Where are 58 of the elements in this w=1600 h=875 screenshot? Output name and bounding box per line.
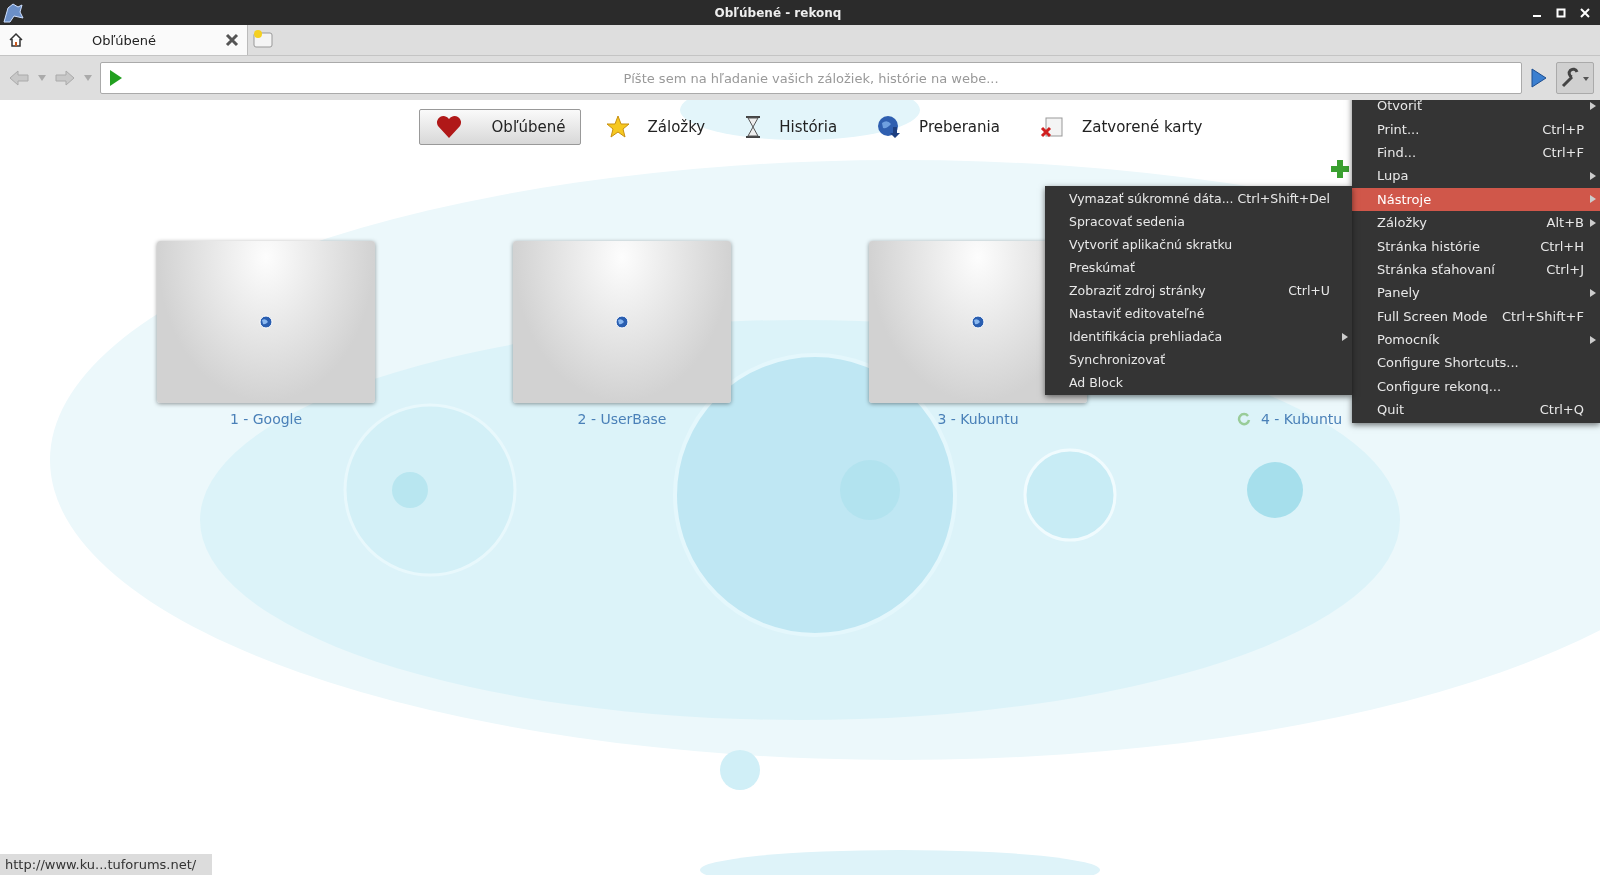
menu-item[interactable]: Quit Ctrl+Q [1352, 398, 1600, 422]
location-field[interactable]: Píšte sem na hľadanie vašich záložiek, histórie na webe... [100, 62, 1522, 94]
close-tab-icon[interactable] [225, 33, 239, 47]
menu-item[interactable]: Configure rekonq... [1352, 374, 1600, 399]
globe-icon [615, 315, 629, 329]
menu-item[interactable]: Vytvoriť aplikačnú skratku [1045, 233, 1352, 256]
page-tab[interactable]: Obľúbené [418, 109, 581, 145]
plus-icon [1330, 159, 1350, 179]
thumbnail-preview[interactable] [513, 241, 731, 403]
menu-item[interactable]: Vymazať súkromné dáta... Ctrl+Shift+Del [1045, 187, 1352, 210]
menu-item[interactable]: Záložky Alt+B [1352, 210, 1600, 235]
menu-item[interactable]: Configure Shortcuts... [1352, 351, 1600, 375]
thumbnail-preview[interactable] [157, 241, 375, 403]
menu-item[interactable]: Nastaviť editovateľné [1045, 302, 1352, 325]
maximize-icon[interactable] [1556, 7, 1566, 18]
window-title: Obľúbené - rekonq [713, 5, 843, 20]
menu-item[interactable]: Identifikácia prehliadača [1045, 325, 1352, 348]
menu-item[interactable]: Zobraziť zdroj stránky Ctrl+U [1045, 279, 1352, 302]
menu-item[interactable]: Find... Ctrl+F [1352, 140, 1600, 165]
page-tab[interactable]: História [728, 109, 853, 145]
menu-item[interactable]: Spracovať sedenia [1045, 210, 1352, 233]
menu-item[interactable]: Synchronizovať [1045, 348, 1352, 371]
menu-item[interactable]: Print... Ctrl+P [1352, 117, 1600, 141]
browser-tab[interactable]: Obľúbené [0, 25, 248, 55]
hourglass-icon [745, 115, 762, 139]
menu-item[interactable]: Otvoriť [1352, 100, 1600, 118]
reload-icon [1237, 412, 1251, 426]
page-tab[interactable]: Záložky [588, 109, 721, 145]
menu-item[interactable]: Preskúmať [1045, 256, 1352, 279]
page-tab[interactable]: Preberania [860, 109, 1015, 145]
close-icon[interactable] [1580, 7, 1590, 18]
status-url: http://www.ku...tuforums.net/ [0, 854, 213, 875]
menu-item[interactable]: Nástroje [1352, 187, 1600, 211]
thumbnail-title[interactable]: 4 - Kubuntu [1261, 411, 1343, 427]
app-logo-icon [2, 1, 24, 24]
menu-item[interactable]: Stránka histórie Ctrl+H [1352, 234, 1600, 258]
thumbnail-title[interactable]: 1 - Google [229, 411, 303, 427]
globe-icon [971, 315, 985, 329]
menu-item[interactable]: Panely [1352, 281, 1600, 305]
play-icon [109, 69, 123, 87]
page-tab[interactable]: Zatvorené karty [1022, 109, 1218, 145]
tools-menu-button[interactable] [1556, 62, 1594, 94]
menu-item[interactable]: Pomocník [1352, 327, 1600, 352]
thumbnail-title[interactable]: 3 - Kubuntu [937, 411, 1019, 427]
star-icon [605, 115, 630, 139]
thumbnail-title[interactable]: 2 - UserBase [577, 411, 667, 427]
closed-tab-icon [1039, 115, 1064, 139]
globe-download-icon [877, 115, 902, 139]
tab-title: Obľúbené [91, 32, 158, 48]
home-icon [8, 32, 24, 48]
wrench-icon [1560, 67, 1590, 89]
menu-item[interactable]: Full Screen Mode Ctrl+Shift+F [1352, 304, 1600, 328]
go-icon[interactable] [1530, 67, 1548, 89]
heart-icon [435, 115, 462, 139]
menu-item[interactable]: Lupa [1352, 164, 1600, 188]
menu-item[interactable]: Stránka sťahovaní Ctrl+J [1352, 257, 1600, 282]
menu-item[interactable]: Ad Block [1045, 371, 1352, 394]
globe-icon [259, 315, 273, 329]
